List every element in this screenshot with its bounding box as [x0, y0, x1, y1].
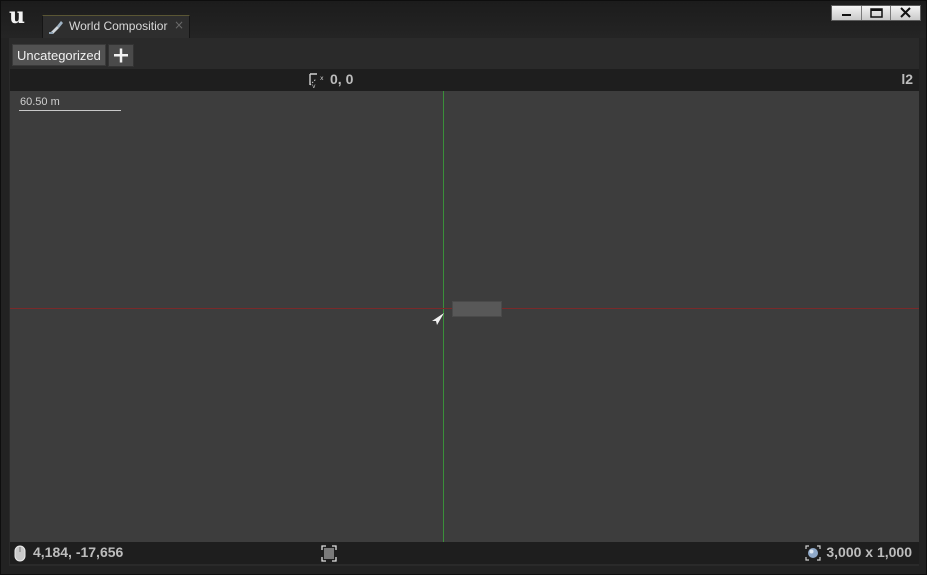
restore-button[interactable]	[862, 6, 892, 20]
layer-uncategorized-button[interactable]: Uncategorized	[12, 44, 106, 66]
level-tile[interactable]	[452, 301, 502, 317]
add-layer-button[interactable]	[108, 44, 134, 67]
origin-coordinates: 0, 0	[330, 71, 354, 87]
close-button[interactable]	[891, 6, 920, 20]
player-start-icon	[432, 313, 444, 325]
svg-text:x: x	[320, 75, 324, 82]
world-composition-window: u World Compositior × Uncategorized x y …	[0, 0, 927, 575]
current-level-name: l2	[901, 71, 913, 87]
svg-text:y: y	[312, 83, 316, 88]
world-composition-viewport[interactable]: x y 0, 0 l2 60.50 m 4,184, -17,656 3,000…	[10, 69, 919, 564]
tab-title: World Compositior	[69, 19, 168, 33]
world-globe-icon	[805, 545, 821, 561]
title-bar[interactable]: u World Compositior ×	[1, 1, 926, 38]
unreal-engine-logo-icon: u	[9, 3, 25, 29]
tab-close-icon[interactable]: ×	[174, 18, 184, 32]
minimize-button[interactable]	[832, 6, 862, 20]
scale-ruler: 60.50 m	[19, 96, 121, 111]
tab-world-composition[interactable]: World Compositior ×	[42, 15, 190, 38]
selection-bounds-icon[interactable]	[321, 545, 337, 562]
world-size: 3,000 x 1,000	[826, 544, 912, 560]
plus-icon	[114, 48, 128, 63]
viewport-top-bar: x y 0, 0 l2	[10, 69, 919, 91]
origin-axes-icon: x y	[309, 73, 324, 88]
viewport-status-bar: 4,184, -17,656 3,000 x 1,000	[10, 542, 919, 564]
close-icon	[900, 7, 912, 18]
restore-icon	[869, 8, 883, 18]
scale-label: 60.50 m	[20, 96, 60, 108]
mouse-position: 4,184, -17,656	[33, 544, 124, 560]
minimize-icon	[842, 14, 851, 16]
mouse-icon	[14, 545, 26, 562]
layers-toolbar: Uncategorized	[9, 38, 919, 69]
world-composition-panel: Uncategorized x y 0, 0 l2 60.50 m 4,184,…	[9, 38, 919, 566]
window-controls	[831, 5, 921, 21]
world-composition-brush-icon	[49, 21, 63, 34]
